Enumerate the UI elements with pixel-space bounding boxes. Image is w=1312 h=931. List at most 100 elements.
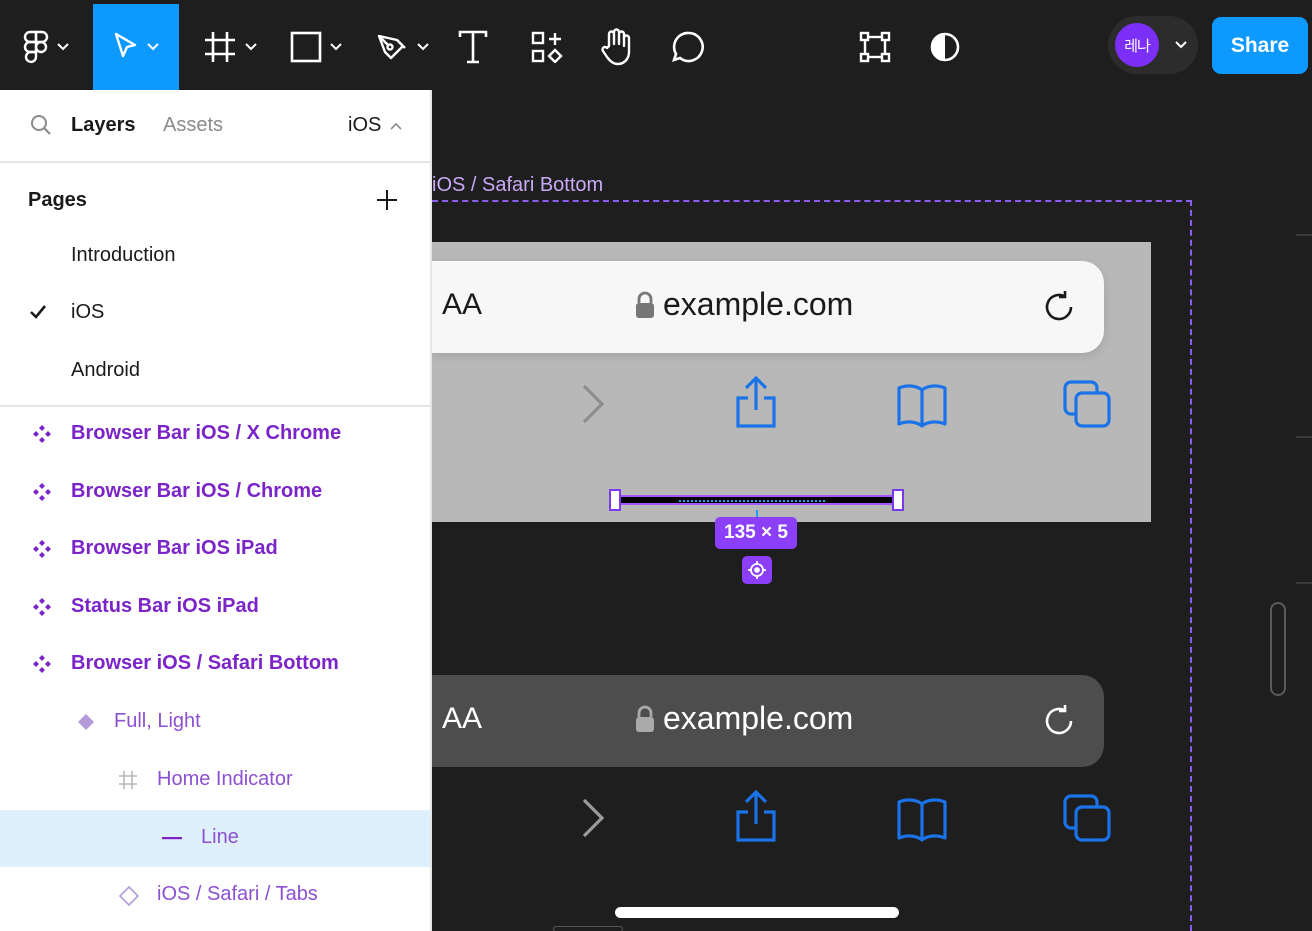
search-icon[interactable] [30,114,52,136]
layer-label: Browser iOS / Safari Bottom [71,652,339,674]
layer-row[interactable]: Browser Bar iOS / X Chrome [0,406,430,463]
chevron-down-icon [147,43,159,51]
resize-handle[interactable] [892,489,904,511]
figma-menu-icon [23,30,49,64]
page-selector[interactable]: iOS [348,114,402,137]
shape-tool-button[interactable] [284,4,348,90]
layer-row[interactable]: Status Bar iOS iPad [0,579,430,636]
url-text: example.com [663,700,854,736]
tab-layers[interactable]: Layers [71,114,136,137]
avatar[interactable]: 레나 [1115,23,1159,67]
rectangle-icon [290,31,322,63]
line-center-guide [679,500,825,502]
add-page-icon[interactable] [376,189,398,211]
crosshair-icon [748,561,766,579]
hand-icon [601,28,631,66]
layer-label: Status Bar iOS iPad [71,595,259,617]
page-item-label: iOS [71,301,105,323]
page-item[interactable]: iOS [0,285,430,342]
text-size-button[interactable]: AA [442,702,482,736]
page-selector-label: iOS [348,114,382,136]
target-icon-button[interactable] [742,556,772,584]
contrast-button[interactable] [922,4,968,90]
toolbar: 레나 Share [0,0,1312,90]
layer-row[interactable]: Browser Bar iOS / Chrome [0,464,430,521]
move-icon [114,32,137,58]
text-tool-button[interactable] [450,4,496,90]
contrast-icon [930,32,960,62]
main-menu-button[interactable] [14,4,78,90]
chevron-down-icon [57,43,69,51]
text-size-button[interactable]: AA [442,288,482,322]
layer-row[interactable]: iOS / Safari / Tabs [0,867,430,924]
url-text: example.com [663,286,854,322]
url-field[interactable]: example.com [635,700,853,737]
tabs-icon[interactable] [1062,793,1112,843]
layer-label: iOS / Safari / Tabs [157,883,318,905]
resize-handle[interactable] [609,489,621,511]
layers-panel: Layers Assets iOS Pages Introduction iOS… [0,90,432,931]
component-icon [33,425,51,443]
canvas[interactable]: iOS / Safari Bottom AA example.com 135 ×… [432,90,1312,931]
home-indicator [615,907,899,918]
frame-boundary [1190,200,1192,931]
share-button[interactable]: Share [1212,17,1308,74]
share-icon[interactable] [734,374,778,430]
layer-row[interactable]: Line [0,810,430,867]
forward-chevron-icon[interactable] [580,797,606,839]
chevron-down-icon [330,43,342,51]
component-icon [33,483,51,501]
pages-title: Pages [28,189,87,211]
selected-line-element[interactable] [615,495,899,505]
layer-row[interactable]: Home Indicator [0,752,430,809]
frame-tool-button[interactable] [198,4,262,90]
component-icon [33,598,51,616]
multiplayer-avatars[interactable]: 레나 [1108,16,1198,74]
layer-row[interactable]: Browser iOS / Safari Bottom [0,636,430,693]
forward-chevron-icon[interactable] [580,383,606,425]
share-icon[interactable] [734,788,778,844]
lock-icon [636,705,654,732]
layer-label: Browser Bar iOS / Chrome [71,480,323,502]
layer-row[interactable]: Full, Light [0,694,430,751]
comment-tool-button[interactable] [666,4,712,90]
panel-edge [1296,582,1312,584]
variant-diamond-icon [78,714,94,730]
resources-icon [531,31,563,63]
page-item[interactable]: Android [0,343,430,400]
chevron-up-icon [390,122,402,130]
reload-icon[interactable] [1040,702,1078,740]
layer-label: Browser Bar iOS / X Chrome [71,422,342,444]
pen-tool-button[interactable] [370,4,434,90]
hand-tool-button[interactable] [594,4,640,90]
layer-label: Line [201,826,239,848]
panel-edge [1296,436,1312,438]
pen-icon [377,34,406,60]
frame-hash-icon [119,771,137,789]
tab-assets[interactable]: Assets [163,114,223,137]
component-icon [33,655,51,673]
canvas-edge-element [553,926,623,931]
comment-icon [672,31,704,63]
layer-row[interactable]: Browser Bar iOS iPad [0,521,430,578]
panel-edge [1296,234,1312,236]
tabs-icon[interactable] [1062,379,1112,429]
vertical-scrollbar[interactable] [1270,602,1286,696]
resources-button[interactable] [524,4,570,90]
page-item[interactable]: Introduction [0,228,430,285]
panel-tabs: Layers Assets iOS [0,90,430,163]
bookmarks-icon[interactable] [896,796,948,842]
transform-button[interactable] [852,4,898,90]
dark-url-bar[interactable]: AA example.com [432,675,1104,767]
reload-icon[interactable] [1040,288,1078,326]
url-field[interactable]: example.com [635,286,853,323]
chevron-down-icon [245,43,257,51]
component-icon [33,540,51,558]
layer-label: Home Indicator [157,768,293,790]
move-tool-button[interactable] [93,4,179,90]
chevron-down-icon [417,43,429,51]
frame-label[interactable]: iOS / Safari Bottom [432,174,603,197]
layer-label: Full, Light [114,710,201,732]
light-url-bar[interactable]: AA example.com [432,261,1104,353]
bookmarks-icon[interactable] [896,382,948,428]
